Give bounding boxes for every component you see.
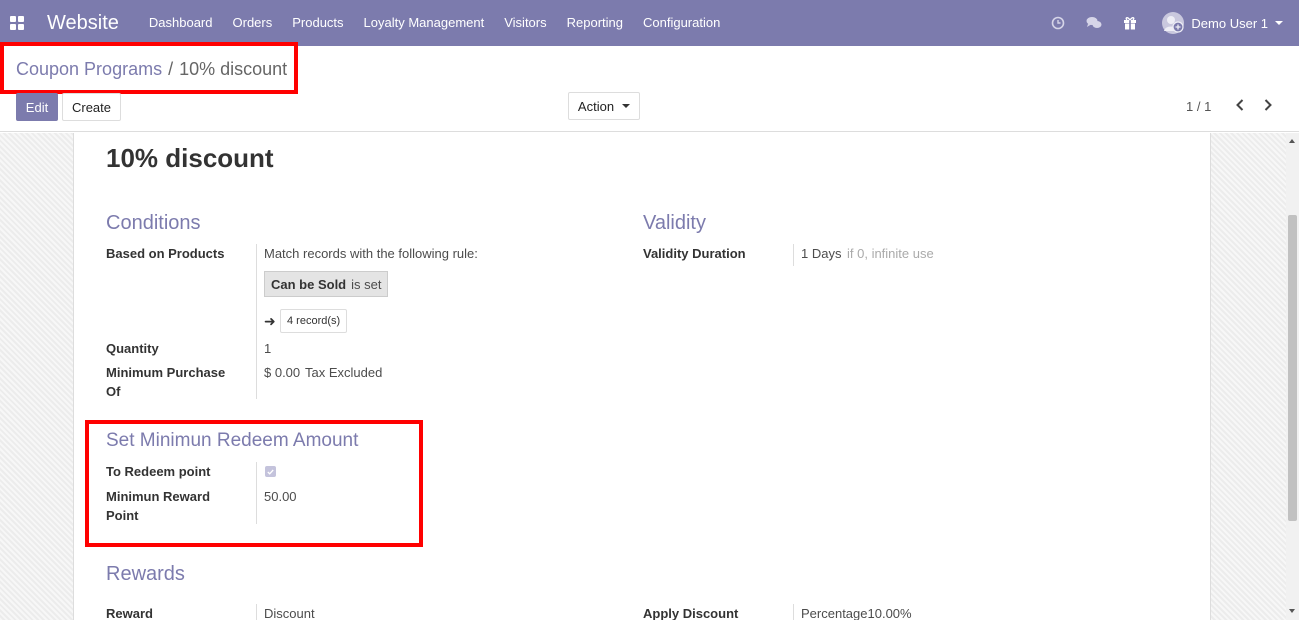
navbar-systray: Demo User 1	[1040, 0, 1299, 46]
pager-next-icon[interactable]	[1260, 94, 1276, 116]
minimum-purchase-label: Minimum Purchase	[106, 365, 226, 380]
menu-visitors[interactable]: Visitors	[494, 0, 556, 46]
rule-operator: is set	[351, 276, 382, 292]
edit-button[interactable]: Edit	[16, 93, 58, 121]
chevron-down-icon	[1275, 21, 1283, 25]
menu-configuration[interactable]: Configuration	[633, 0, 730, 46]
menu-products[interactable]: Products	[282, 0, 353, 46]
domain-rule-tag[interactable]: Can be Sold is set	[264, 271, 389, 297]
create-button[interactable]: Create	[62, 93, 121, 121]
menu-reporting[interactable]: Reporting	[557, 0, 633, 46]
rule-field: Can be Sold	[271, 276, 347, 292]
validity-heading: Validity	[643, 212, 706, 234]
menu-loyalty-management[interactable]: Loyalty Management	[354, 0, 495, 46]
apps-menu-icon[interactable]	[10, 16, 24, 30]
based-on-products-label: Based on Products	[106, 246, 225, 261]
control-panel: Coupon Programs / 10% discount Edit Crea…	[0, 42, 1299, 132]
avatar	[1162, 12, 1185, 34]
arrow-right-icon: ➜	[264, 313, 276, 329]
field-divider	[256, 604, 257, 620]
rewards-heading: Rewards	[106, 563, 185, 585]
menu-orders[interactable]: Orders	[223, 0, 283, 46]
reward-label: Reward	[106, 606, 153, 620]
menu-dashboard[interactable]: Dashboard	[139, 0, 223, 46]
app-brand[interactable]: Website	[47, 12, 119, 35]
apply-discount-value: Percentage10.00%	[801, 606, 912, 620]
validity-duration-hint: if 0, infinite use	[847, 246, 934, 261]
scroll-down-icon[interactable]	[1289, 609, 1295, 613]
minimum-purchase-value: $ 0.00	[264, 365, 301, 380]
gift-icon[interactable]	[1112, 0, 1148, 46]
tax-mode-value: Tax Excluded	[305, 365, 383, 380]
top-navbar: Website Dashboard Orders Products Loyalt…	[0, 0, 1299, 46]
minimum-purchase-label-line2: Of	[106, 384, 121, 399]
validity-duration-value: 1 Days	[801, 246, 842, 261]
chat-icon[interactable]	[1076, 0, 1112, 46]
reward-value: Discount	[264, 606, 315, 620]
user-name: Demo User 1	[1191, 15, 1268, 31]
records-count-button[interactable]: 4 record(s)	[280, 309, 348, 333]
pager-value[interactable]: 1 / 1	[1186, 99, 1211, 114]
quantity-label: Quantity	[106, 341, 159, 356]
field-divider	[793, 244, 794, 266]
clock-icon[interactable]	[1040, 0, 1076, 46]
pager-previous-icon[interactable]	[1232, 94, 1248, 116]
scroll-up-icon[interactable]	[1289, 139, 1295, 143]
highlight-box-redeem-section	[85, 420, 423, 547]
scrollbar-thumb[interactable]	[1288, 215, 1297, 521]
domain-rule-text: Match records with the following rule:	[264, 246, 478, 261]
apply-discount-label: Apply Discount	[643, 606, 739, 620]
conditions-heading: Conditions	[106, 212, 201, 234]
field-divider	[256, 244, 257, 399]
record-title: 10% discount	[106, 143, 274, 173]
validity-duration-label: Validity Duration	[643, 246, 746, 261]
field-divider	[793, 604, 794, 620]
action-dropdown-button[interactable]: Action	[568, 92, 640, 120]
main-menu: Dashboard Orders Products Loyalty Manage…	[139, 0, 730, 46]
quantity-value: 1	[264, 341, 272, 356]
caret-down-icon	[622, 104, 631, 108]
highlight-box-breadcrumb	[0, 42, 298, 94]
user-menu[interactable]: Demo User 1	[1148, 12, 1299, 34]
action-label: Action	[577, 98, 615, 114]
